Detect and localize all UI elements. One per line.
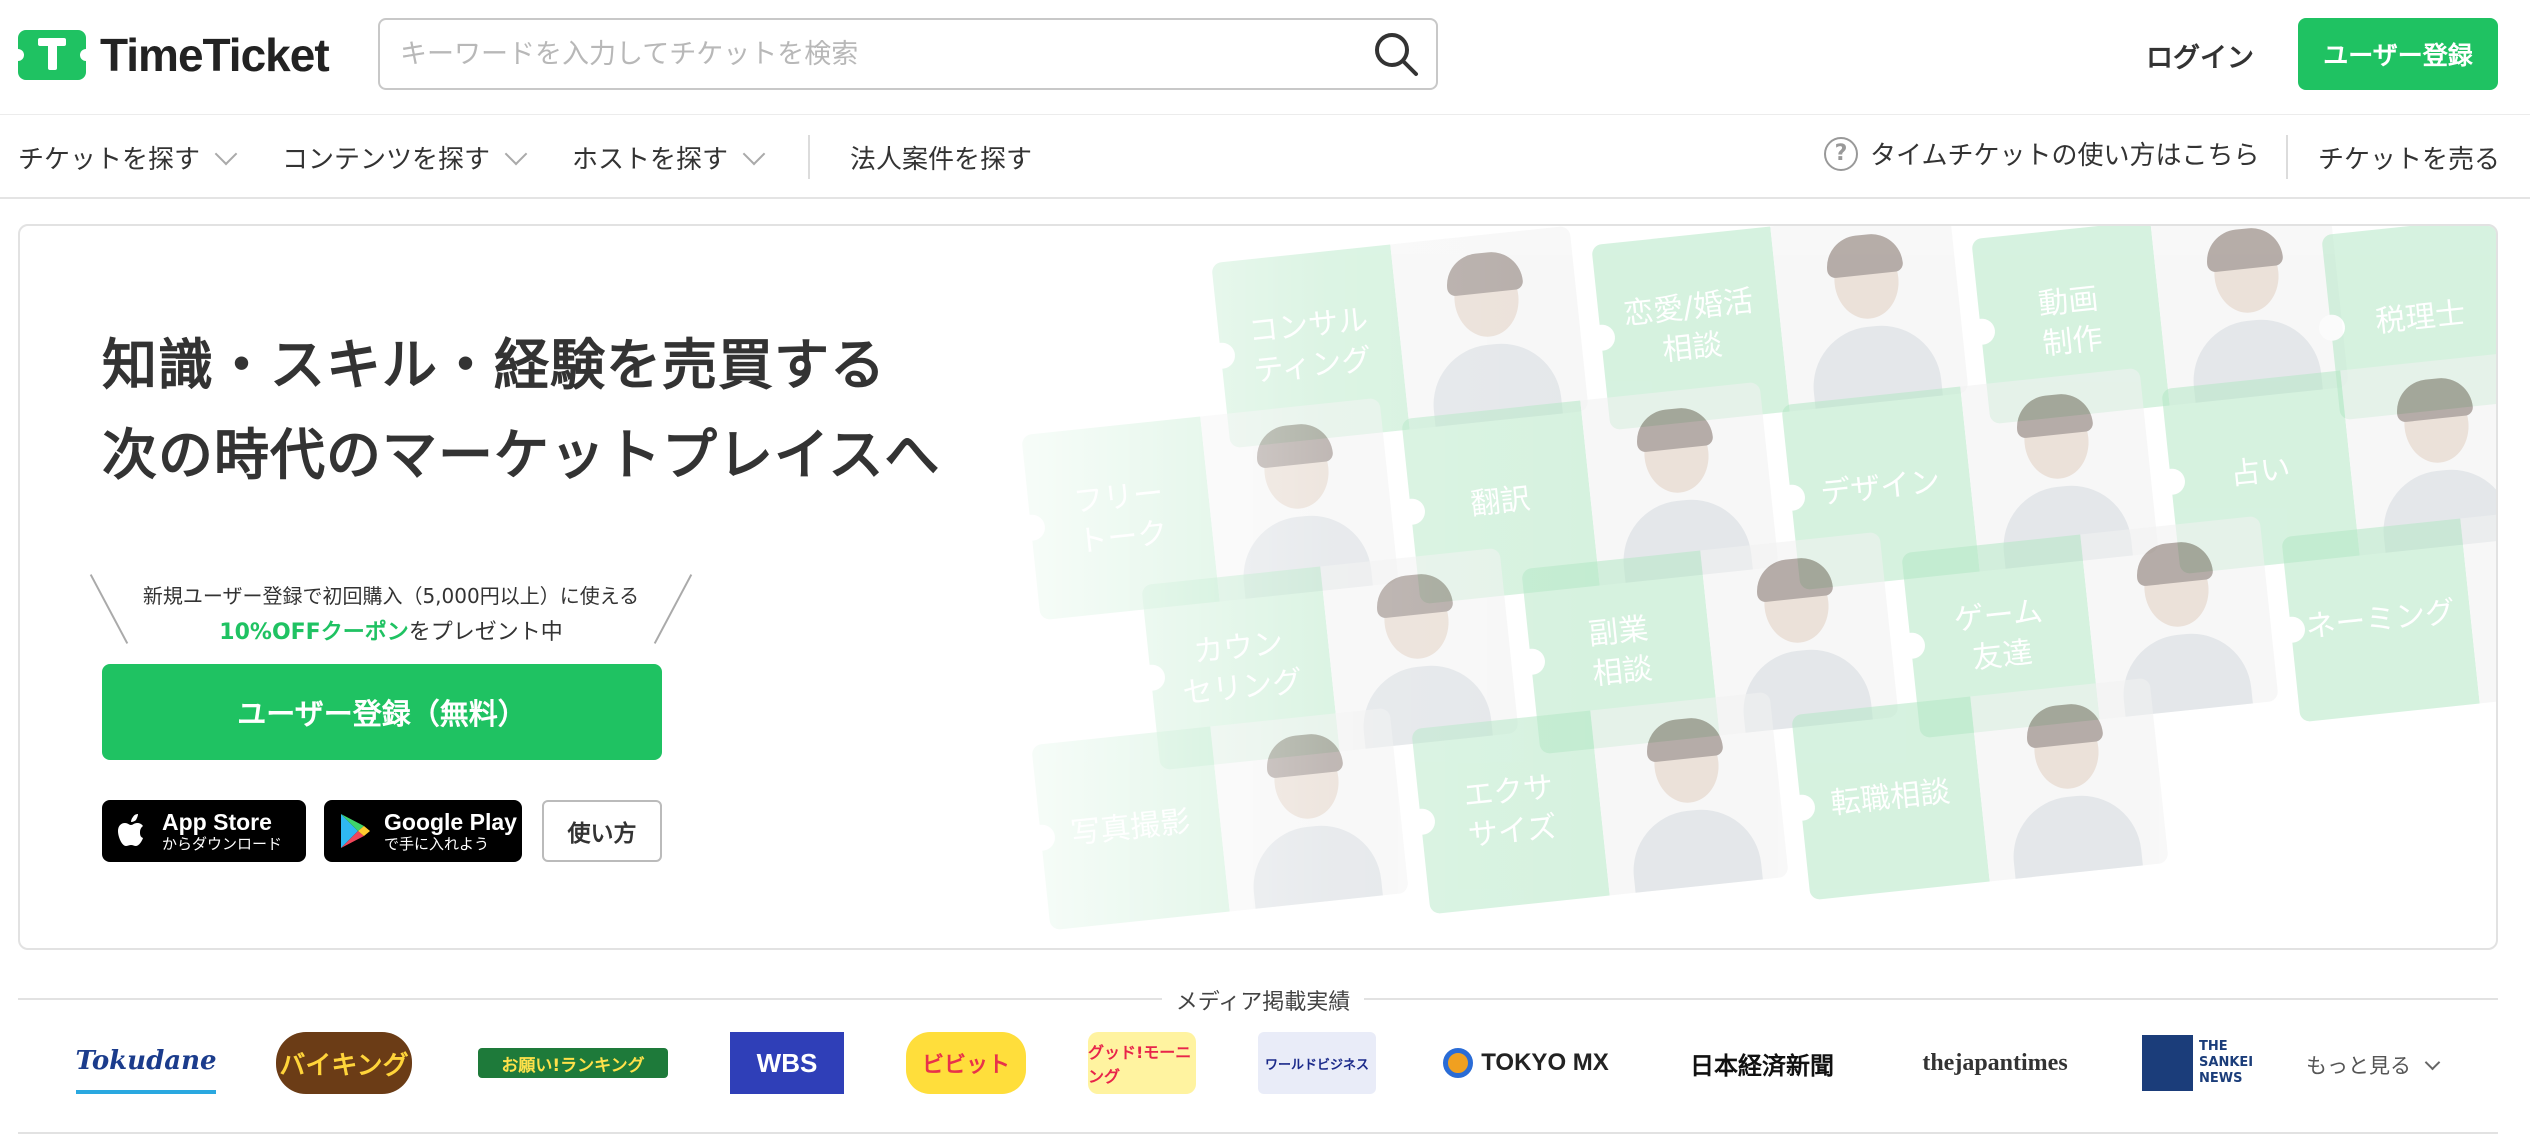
nav-divider bbox=[808, 135, 810, 179]
nav-sell-tickets[interactable]: チケットを売る bbox=[2318, 139, 2500, 176]
apple-icon bbox=[118, 814, 143, 846]
ticket-card-label: ネーミング bbox=[2281, 518, 2480, 723]
tokyo-mx-text: TOKYO MX bbox=[1481, 1049, 1609, 1076]
host-photo bbox=[1590, 691, 1789, 896]
nav-find-tickets[interactable]: チケットを探す bbox=[18, 139, 238, 176]
nav-item-label: コンテンツを探す bbox=[282, 145, 491, 175]
ticket-card: 転職相談 bbox=[1787, 677, 2169, 901]
chevron-down-icon bbox=[504, 142, 528, 165]
media-logo-vivid: ビビット bbox=[906, 1032, 1026, 1094]
chevron-down-icon bbox=[2424, 1054, 2441, 1070]
register-button[interactable]: ユーザー登録 bbox=[2298, 18, 2498, 90]
ticket-card: ネーミング bbox=[2277, 499, 2496, 723]
host-photo bbox=[1970, 677, 2169, 882]
media-logo-tokyo-mx: TOKYO MX bbox=[1434, 1032, 1618, 1094]
ticket-card-label: 写真撮影 bbox=[1031, 726, 1230, 931]
ticket-card-label: エクサ サイズ bbox=[1411, 710, 1610, 915]
google-play-icon bbox=[341, 814, 370, 848]
coupon-line2: 10%OFFクーポンをプレゼント中 bbox=[102, 614, 680, 646]
media-logo-nikkei: 日本経済新聞 bbox=[1690, 1050, 1834, 1080]
media-section-title: メディア掲載実績 bbox=[1175, 990, 1351, 1015]
chevron-down-icon bbox=[214, 142, 238, 165]
nav-item-label: チケットを探す bbox=[18, 145, 201, 175]
nav-divider bbox=[2286, 135, 2288, 179]
sankei-mark-icon bbox=[2142, 1035, 2194, 1091]
more-label: もっと見る bbox=[2306, 1054, 2411, 1078]
host-photo bbox=[1390, 226, 1589, 430]
nav-item-label: 法人案件を探す bbox=[850, 145, 1033, 175]
media-logo-onegai-ranking: お願い!ランキング bbox=[478, 1048, 668, 1078]
logo-text: TimeTicket bbox=[100, 29, 330, 81]
nav-help-link[interactable]: ? タイムチケットの使い方はこちら bbox=[1824, 135, 2259, 172]
nav-item-label: ホストを探す bbox=[572, 145, 729, 175]
ticket-card: エクサ サイズ bbox=[1407, 691, 1789, 915]
hero-banner: コンサル ティング 恋愛/婚活 相談 動画 制作 税理士 フリー トーク 翻訳 デザイン 占い… bbox=[18, 224, 2498, 950]
app-store-badge[interactable]: App Store からダウンロード bbox=[102, 800, 306, 862]
ticket-logo-icon bbox=[12, 30, 92, 80]
media-logo-wbs: WBS bbox=[730, 1032, 844, 1094]
hero-title-line1: 知識・スキル・経験を売買する bbox=[102, 333, 887, 397]
googleplay-small-text: で手に入れよう bbox=[384, 835, 490, 853]
nav-find-hosts[interactable]: ホストを探す bbox=[572, 139, 766, 176]
media-logo-japantimes: thejapantimes bbox=[1922, 1049, 2068, 1076]
media-logo-tokudane: Tokudane bbox=[75, 1032, 217, 1094]
ticket-collage: コンサル ティング 恋愛/婚活 相談 動画 制作 税理士 フリー トーク 翻訳 デザイン 占い… bbox=[1000, 226, 2496, 948]
nav-find-contents[interactable]: コンテンツを探す bbox=[282, 139, 528, 176]
ticket-card-label: 転職相談 bbox=[1791, 696, 1990, 901]
googleplay-big-text: Google Play bbox=[384, 809, 517, 835]
chevron-down-icon bbox=[742, 142, 766, 165]
hero-title-line2: 次の時代のマーケットプレイスへ bbox=[102, 423, 941, 487]
header: TimeTicket ログイン ユーザー登録 bbox=[0, 0, 2530, 114]
sell-label: チケットを売る bbox=[2318, 145, 2501, 175]
nav-divider-line bbox=[0, 197, 2530, 199]
appstore-big-text: App Store bbox=[162, 809, 272, 835]
search-icon bbox=[1375, 33, 1418, 76]
login-link[interactable]: ログイン bbox=[2146, 36, 2254, 75]
nav-find-corporate[interactable]: 法人案件を探す bbox=[850, 139, 1032, 176]
tokyo-mx-mark-icon bbox=[1443, 1048, 1474, 1078]
main-nav: チケットを探す コンテンツを探す ホストを探す 法人案件を探す ? タイムチケッ… bbox=[0, 115, 2530, 197]
media-logo-good-morning: グッド!モーニング bbox=[1088, 1032, 1196, 1094]
ticket-card: 写真撮影 bbox=[1027, 707, 1409, 931]
timeticket-logo[interactable]: TimeTicket bbox=[12, 28, 330, 82]
help-label: タイムチケットの使い方はこちら bbox=[1870, 141, 2260, 171]
coupon-highlight: 10%OFFクーポン bbox=[219, 620, 409, 645]
search-box bbox=[378, 18, 1438, 90]
google-play-badge[interactable]: Google Play で手に入れよう bbox=[324, 800, 522, 862]
host-photo bbox=[1210, 707, 1409, 912]
host-photo bbox=[1770, 226, 1969, 412]
appstore-small-text: からダウンロード bbox=[162, 835, 283, 853]
search-input[interactable] bbox=[400, 30, 1340, 78]
media-logo-sankei: THE SANKEI NEWS bbox=[2142, 1032, 2254, 1094]
search-button[interactable] bbox=[1368, 28, 1424, 80]
coupon-notice: 新規ユーザー登録で初回購入（5,000円以上）に使える 10%OFFクーポンをプ… bbox=[89, 574, 693, 646]
sankei-text: THE SANKEI NEWS bbox=[2199, 1039, 2254, 1086]
hero-title: 知識・スキル・経験を売買する 次の時代のマーケットプレイスへ bbox=[102, 320, 940, 500]
help-icon: ? bbox=[1824, 136, 1858, 171]
how-to-use-button[interactable]: 使い方 bbox=[542, 800, 662, 862]
more-media-button[interactable]: もっと見る bbox=[2306, 1050, 2441, 1080]
media-logo-world-business: ワールドビジネス bbox=[1258, 1032, 1376, 1094]
register-free-button[interactable]: ユーザー登録（無料） bbox=[102, 664, 662, 760]
media-logo-viking: バイキング bbox=[276, 1032, 412, 1094]
media-logo-row: Tokudane バイキング お願い!ランキング WBS ビビット グッド!モー… bbox=[0, 1022, 2530, 1106]
coupon-rest: をプレゼント中 bbox=[408, 620, 563, 645]
coupon-line1: 新規ユーザー登録で初回購入（5,000円以上）に使える bbox=[142, 584, 640, 608]
